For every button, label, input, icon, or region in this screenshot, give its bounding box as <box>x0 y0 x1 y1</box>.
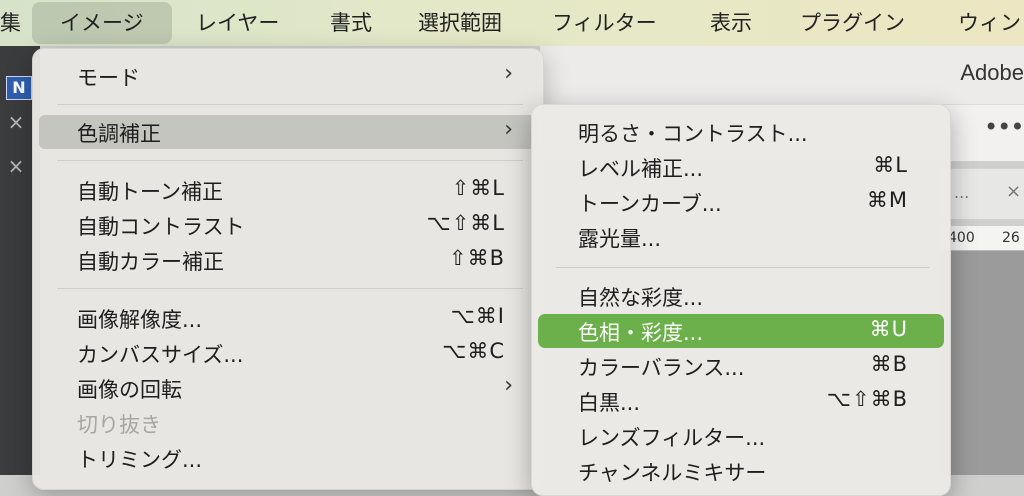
menu-separator <box>556 267 930 268</box>
menu-item-label: トーンカーブ... <box>578 192 722 216</box>
adjustments-submenu: 明るさ・コントラスト... レベル補正... ⌘L トーンカーブ... ⌘M 露… <box>531 104 951 496</box>
menu-item-crop: 切り抜き <box>39 406 537 440</box>
menu-item-label: トリミング... <box>77 448 203 472</box>
menu-item-label: 画像解像度... <box>77 308 203 332</box>
close-tab-icon[interactable]: × <box>1006 181 1021 202</box>
menu-item-levels[interactable]: レベル補正... ⌘L <box>538 150 944 184</box>
tab-overflow-icon[interactable]: ... <box>954 183 969 202</box>
close-icon[interactable]: × <box>6 156 26 176</box>
menu-separator <box>57 288 523 289</box>
menu-item-auto-contrast[interactable]: 自動コントラスト ⌥⇧⌘L <box>39 208 537 242</box>
menu-item-mode[interactable]: モード › <box>39 59 537 93</box>
menubar-item-select[interactable]: 選択範囲 <box>418 0 502 46</box>
menu-item-label: 画像の回転 <box>77 378 182 402</box>
menu-item-label: 自動カラー補正 <box>77 250 224 274</box>
menu-item-label: 色相・彩度... <box>578 321 704 345</box>
menu-item-label: カラーバランス... <box>578 356 745 380</box>
menu-item-curves[interactable]: トーンカーブ... ⌘M <box>538 185 944 219</box>
menu-item-label: レベル補正... <box>578 157 704 181</box>
new-tab-button[interactable]: N <box>6 76 32 100</box>
canvas-area <box>940 251 1024 475</box>
shortcut-label: ⇧⌘L <box>451 176 505 200</box>
menu-item-label: チャンネルミキサー <box>578 461 767 485</box>
menu-item-label: 色調補正 <box>77 122 161 146</box>
document-tab[interactable]: ... × <box>940 168 1024 219</box>
menu-item-label: モード <box>77 66 140 90</box>
window-titlebar: Adobe <box>540 46 1024 104</box>
ruler-label: 26 <box>1002 230 1020 246</box>
menu-item-black-white[interactable]: 白黒... ⌥⇧⌘B <box>538 384 944 418</box>
menu-item-image-rotation[interactable]: 画像の回転 › <box>39 371 537 405</box>
menu-item-auto-color[interactable]: 自動カラー補正 ⇧⌘B <box>39 243 537 277</box>
shortcut-label: ⇧⌘B <box>448 246 505 270</box>
shortcut-label: ⌥⇧⌘L <box>426 211 505 235</box>
menubar-item-edit[interactable]: 集 <box>0 0 21 46</box>
horizontal-ruler: 400 26 <box>940 226 1024 251</box>
shortcut-label: ⌘M <box>866 188 908 212</box>
chevron-right-icon: › <box>504 373 513 398</box>
menu-item-label: 自動トーン補正 <box>77 180 223 204</box>
menu-item-label: 自動コントラスト <box>77 215 245 239</box>
menu-item-auto-tone[interactable]: 自動トーン補正 ⇧⌘L <box>39 173 537 207</box>
shortcut-label: ⌘L <box>873 153 908 177</box>
menu-item-canvas-size[interactable]: カンバスサイズ... ⌥⌘C <box>39 336 537 370</box>
image-menu: モード › 色調補正 › 自動トーン補正 ⇧⌘L 自動コントラスト ⌥⇧⌘L 自… <box>32 48 544 490</box>
menubar-item-image[interactable]: イメージ <box>32 2 172 44</box>
shortcut-label: ⌥⌘C <box>442 339 505 363</box>
menu-item-adjustments[interactable]: 色調補正 › <box>39 115 537 149</box>
shortcut-label: ⌘B <box>870 352 908 376</box>
window-title: Adobe <box>960 60 1024 85</box>
shortcut-label: ⌥⌘I <box>450 304 505 328</box>
menu-item-label: 切り抜き <box>77 413 161 437</box>
menubar-item-type[interactable]: 書式 <box>330 0 372 46</box>
menu-separator <box>57 104 523 105</box>
close-icon[interactable]: × <box>6 112 26 132</box>
menu-item-label: レンズフィルター... <box>578 426 766 450</box>
menu-item-color-balance[interactable]: カラーバランス... ⌘B <box>538 349 944 383</box>
menu-item-label: カンバスサイズ... <box>77 343 244 367</box>
menu-item-exposure[interactable]: 露光量... <box>538 220 944 254</box>
menu-item-vibrance[interactable]: 自然な彩度... <box>538 279 944 313</box>
shortcut-label: ⌘U <box>869 317 908 341</box>
chevron-right-icon: › <box>504 61 513 86</box>
menu-item-label: 自然な彩度... <box>578 286 704 310</box>
shortcut-label: ⌥⇧⌘B <box>826 387 908 411</box>
chevron-right-icon: › <box>504 117 513 142</box>
menubar-item-filter[interactable]: フィルター <box>552 0 657 46</box>
menu-separator <box>57 160 523 161</box>
menubar-item-plugins[interactable]: プラグイン <box>800 0 905 46</box>
more-options-icon[interactable]: ••• <box>984 113 1024 141</box>
menu-item-hue-saturation[interactable]: 色相・彩度... ⌘U <box>538 314 944 348</box>
menu-item-channel-mixer[interactable]: チャンネルミキサー <box>538 454 944 488</box>
menu-bar: 集 イメージ レイヤー 書式 選択範囲 フィルター 表示 プラグイン ウィン <box>0 0 1024 46</box>
menu-item-image-size[interactable]: 画像解像度... ⌥⌘I <box>39 301 537 335</box>
menu-item-label: 白黒... <box>578 391 641 415</box>
menu-item-label: 露光量... <box>578 227 662 251</box>
menubar-item-view[interactable]: 表示 <box>710 0 752 46</box>
menubar-item-window[interactable]: ウィン <box>958 0 1021 46</box>
menu-item-photo-filter[interactable]: レンズフィルター... <box>538 419 944 453</box>
menu-item-label: 明るさ・コントラスト... <box>578 122 808 146</box>
menu-item-trim[interactable]: トリミング... <box>39 441 537 475</box>
menubar-item-layer[interactable]: レイヤー <box>196 0 279 46</box>
ruler-label: 400 <box>948 230 975 246</box>
menu-item-brightness-contrast[interactable]: 明るさ・コントラスト... <box>538 115 944 149</box>
